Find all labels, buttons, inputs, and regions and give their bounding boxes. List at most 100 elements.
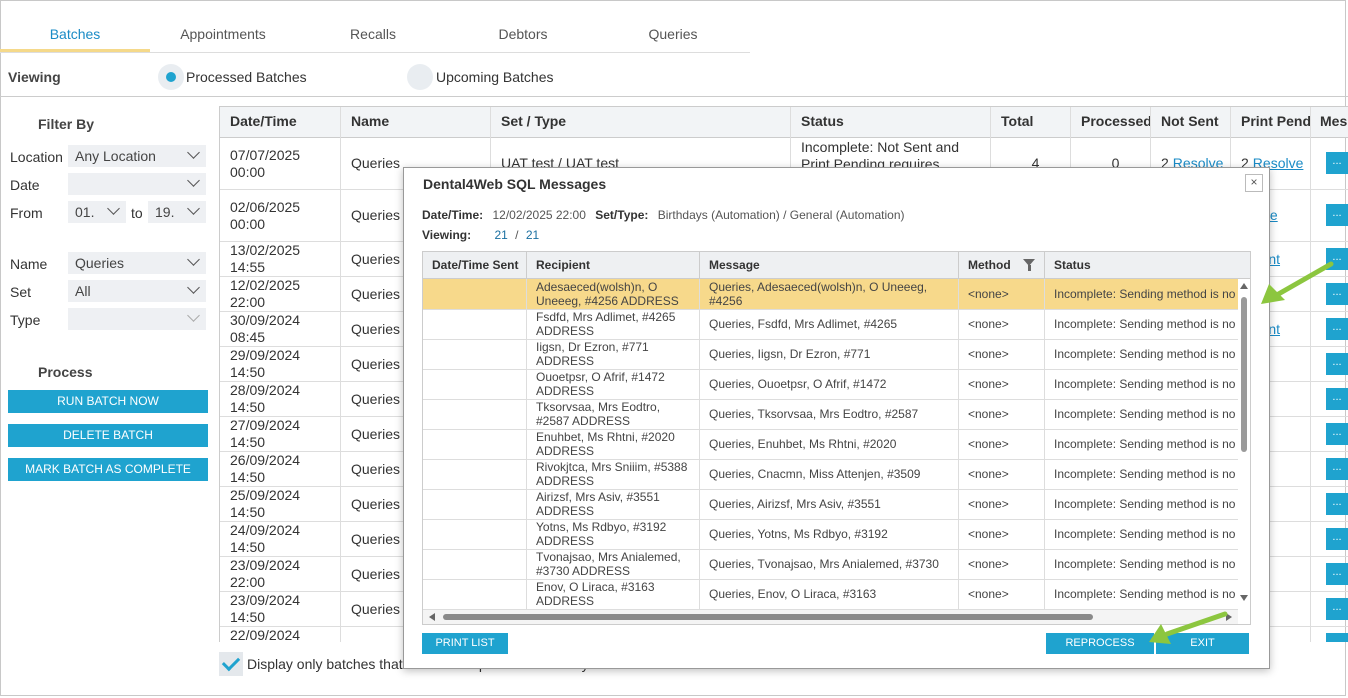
message-row[interactable]: Tksorvsaa, Mrs Eodtro, #2587 ADDRESS Queri… <box>423 399 1238 430</box>
recipient-line-1: Fsdfd, Mrs Adlimet, #4265 <box>536 310 676 324</box>
type-select[interactable] <box>68 308 206 330</box>
filter-icon[interactable] <box>1023 259 1035 271</box>
message-row[interactable]: Rivokjtca, Mrs Sniiim, #5388 ADDRESS Queri… <box>423 459 1238 490</box>
message-status: Incomplete: Sending method is no <box>1045 459 1238 489</box>
scroll-left-icon[interactable] <box>429 613 435 621</box>
col-recipient[interactable]: Recipient <box>527 252 700 278</box>
set-select[interactable]: All <box>68 280 206 302</box>
row-messages-button[interactable]: ... <box>1326 458 1348 480</box>
col-settype[interactable]: Set / Type <box>491 107 791 137</box>
name-value: Queries <box>75 255 125 271</box>
col-total[interactable]: Total <box>991 107 1071 137</box>
message-row[interactable]: Airizsf, Mrs Asiv, #3551 ADDRESS Queries, … <box>423 489 1238 520</box>
col-name[interactable]: Name <box>341 107 491 137</box>
recipient-line-2: ADDRESS <box>536 504 595 518</box>
message-status: Incomplete: Sending method is no <box>1045 399 1238 429</box>
recipient-line-1: Enov, O Liraca, #3163 <box>536 580 655 594</box>
col-method[interactable]: Method <box>959 252 1045 278</box>
row-messages-button[interactable]: ... <box>1326 204 1348 226</box>
row-messages-button[interactable]: ... <box>1326 152 1348 174</box>
batch-name: Queries <box>351 285 401 302</box>
message-text: Queries, Iigsn, Dr Ezron, #771 <box>700 339 959 369</box>
method-value: <none> <box>968 287 1009 301</box>
date-select[interactable] <box>68 173 206 195</box>
col-message[interactable]: Message <box>700 252 959 278</box>
print-list-button[interactable]: PRINT LIST <box>422 633 508 654</box>
batch-time: 00:00 <box>230 216 266 232</box>
vertical-scroll-thumb[interactable] <box>1241 297 1247 452</box>
location-select[interactable]: Any Location <box>68 145 206 167</box>
message-row[interactable]: Iigsn, Dr Ezron, #771 ADDRESS Queries, Iig… <box>423 339 1238 370</box>
col-print-pending[interactable]: Print Pending <box>1231 107 1311 137</box>
message-row[interactable]: Fsdfd, Mrs Adlimet, #4265 ADDRESS Queries,… <box>423 309 1238 340</box>
row-messages-button[interactable]: ... <box>1326 493 1348 515</box>
batch-date: 02/06/2025 <box>230 199 301 215</box>
row-messages-button[interactable]: ... <box>1326 423 1348 445</box>
tab-appointments[interactable]: Appointments <box>148 18 298 51</box>
batch-date: 27/09/2024 <box>230 417 301 433</box>
display-only-checkbox[interactable] <box>219 652 243 676</box>
tab-debtors[interactable]: Debtors <box>448 18 598 51</box>
delete-batch-button[interactable]: DELETE BATCH <box>8 424 208 447</box>
message-line-1: Queries, Airizsf, Mrs Asiv, #3551 <box>709 497 881 511</box>
message-row[interactable]: Ouoetpsr, O Afrif, #1472 ADDRESS Queries, … <box>423 369 1238 400</box>
run-batch-now-button[interactable]: RUN BATCH NOW <box>8 390 208 413</box>
row-messages-button[interactable]: ... <box>1326 563 1348 585</box>
col-processed[interactable]: Processed <box>1071 107 1151 137</box>
col-datetime[interactable]: Date/Time <box>220 107 341 137</box>
name-select[interactable]: Queries <box>68 252 206 274</box>
message-recipient: Ouoetpsr, O Afrif, #1472 ADDRESS <box>527 369 700 399</box>
viewing-sep: / <box>515 228 519 242</box>
col-status[interactable]: Status <box>1045 252 1250 278</box>
status-value: Incomplete: Sending method is no <box>1054 587 1236 601</box>
col-messages[interactable]: Mes <box>1311 107 1348 137</box>
status-value: Incomplete: Sending method is no <box>1054 347 1236 361</box>
row-messages-button[interactable]: ... <box>1326 353 1348 375</box>
mark-batch-complete-button[interactable]: MARK BATCH AS COMPLETE <box>8 458 208 481</box>
col-status[interactable]: Status <box>791 107 991 137</box>
row-messages-button[interactable]: ... <box>1326 318 1348 340</box>
scroll-up-icon[interactable] <box>1240 283 1248 289</box>
message-row[interactable]: Tvonajsao, Mrs Anialemed, #3730 ADDRESS Qu… <box>423 549 1238 580</box>
col-datetime-sent[interactable]: Date/Time Sent <box>423 252 527 278</box>
tab-batches[interactable]: Batches <box>0 18 150 52</box>
message-status: Incomplete: Sending method is no <box>1045 519 1238 549</box>
upcoming-batches-radio[interactable] <box>407 64 433 90</box>
message-row[interactable]: Adesaeced(wolsh)n, O Uneeeg, #4256 ADDRES… <box>423 279 1238 310</box>
message-datetime-sent <box>423 429 527 459</box>
close-icon[interactable]: × <box>1245 174 1263 192</box>
to-select[interactable]: 19. <box>148 201 206 223</box>
from-select[interactable]: 01. <box>68 201 126 223</box>
row-messages-button[interactable]: ... <box>1326 388 1348 410</box>
tab-recalls[interactable]: Recalls <box>298 18 448 51</box>
batch-datetime: 23/09/2024 22:00 <box>220 556 341 591</box>
batch-datetime: 26/09/2024 14:50 <box>220 451 341 486</box>
scroll-down-icon[interactable] <box>1240 595 1248 601</box>
message-text: Queries, Fsdfd, Mrs Adlimet, #4265 <box>700 309 959 339</box>
row-messages-button[interactable]: ... <box>1326 528 1348 550</box>
message-row[interactable]: Enov, O Liraca, #3163 ADDRESS Queries, Eno… <box>423 579 1238 610</box>
message-status: Incomplete: Sending method is no <box>1045 279 1238 309</box>
batch-datetime: 27/09/2024 14:50 <box>220 416 341 451</box>
chevron-down-icon <box>187 202 200 215</box>
message-line-1: Queries, Enov, O Liraca, #3163 <box>709 587 877 601</box>
batch-name: Queries <box>351 460 401 477</box>
reprocess-batch-button[interactable]: REPROCESS BATCH <box>1046 633 1154 670</box>
batch-date: 30/09/2024 <box>230 312 301 328</box>
status-value: Incomplete: Sending method is no <box>1054 317 1236 331</box>
horizontal-scrollbar[interactable] <box>423 610 1238 624</box>
row-messages-button[interactable]: ... <box>1326 598 1348 620</box>
col-not-sent[interactable]: Not Sent <box>1151 107 1231 137</box>
message-method: <none> <box>959 549 1045 579</box>
batch-time: 14:50 <box>230 469 266 485</box>
chevron-down-icon <box>107 202 120 215</box>
recipient-line-1: Tksorvsaa, Mrs Eodtro, <box>536 400 661 414</box>
vertical-scrollbar[interactable] <box>1238 279 1249 609</box>
processed-batches-radio[interactable] <box>158 64 184 90</box>
message-row[interactable]: Enuhbet, Ms Rhtni, #2020 ADDRESS Queries, … <box>423 429 1238 460</box>
row-messages-button[interactable]: ... <box>1326 633 1348 642</box>
horizontal-scroll-thumb[interactable] <box>443 614 1093 620</box>
annotation-arrow-icon <box>1149 611 1228 644</box>
tab-queries[interactable]: Queries <box>598 18 748 51</box>
message-row[interactable]: Yotns, Ms Rdbyo, #3192 ADDRESS Queries, Yo… <box>423 519 1238 550</box>
